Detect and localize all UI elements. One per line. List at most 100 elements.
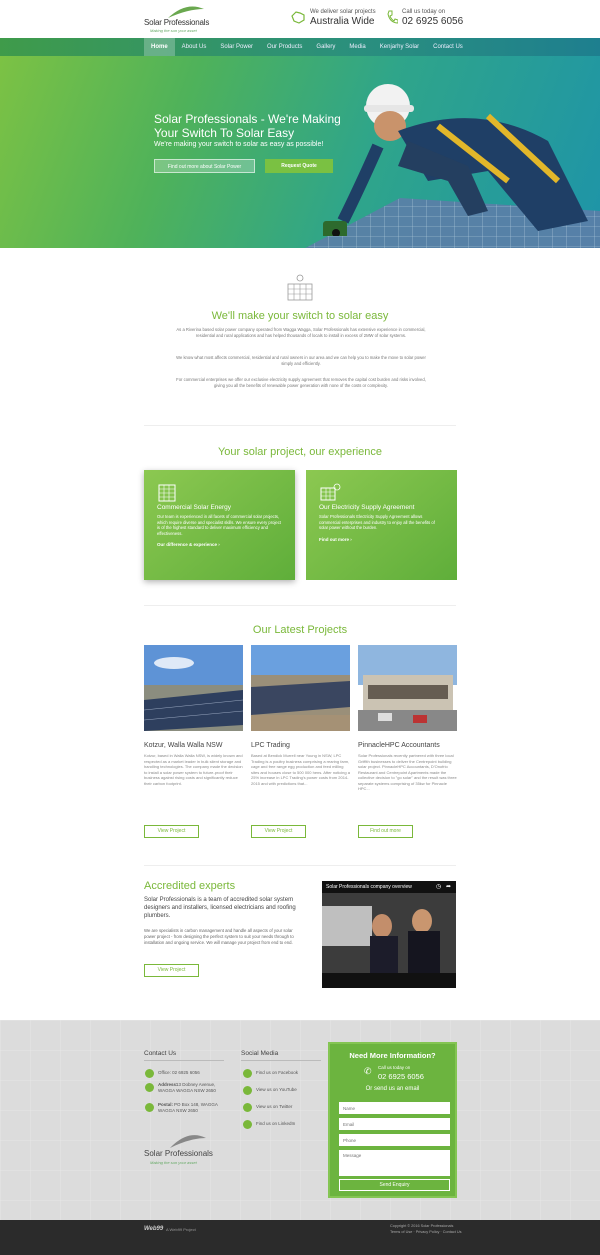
building-icon [158, 484, 176, 502]
name-field[interactable] [339, 1102, 450, 1114]
electricity-agreement-card[interactable]: Our Electricity Supply Agreement Solar P… [306, 470, 457, 580]
nav-item-kenjarhy-solar[interactable]: Kenjarhy Solar [373, 38, 426, 56]
footer-logo[interactable]: Solar Professionals Making the sun your … [144, 1133, 218, 1169]
footer-links[interactable]: Terms of Use · Privacy Policy · Contact … [390, 1230, 462, 1234]
hero-banner: Solar Professionals - We're Making Your … [0, 56, 600, 248]
solar-grid-icon [320, 483, 341, 501]
divider [144, 605, 456, 606]
twitter-icon[interactable] [243, 1103, 252, 1112]
pinnacle-project-image[interactable] [358, 645, 457, 731]
project-card-pinnacle: PinnacleHPC Accountants Solar Profession… [358, 645, 457, 792]
video-title: Solar Professionals company overview [326, 884, 412, 890]
view-project-button[interactable]: View Project [251, 825, 306, 838]
accredited-body: We are specialists in carbon management … [144, 928, 294, 945]
hero-title: Solar Professionals - We're Making Your … [154, 112, 341, 140]
card-text: Solar Professionals Electricity Supply A… [319, 514, 435, 530]
project-text: Based at Bendick Murrell near Young in N… [251, 753, 350, 786]
intro-paragraph-3: For commercial enterprises we offer our … [176, 377, 426, 388]
phone-icon: ✆ [364, 1066, 372, 1076]
video-thumbnail-image [322, 893, 456, 973]
phone-icon [387, 10, 398, 24]
social-title: Social Media [241, 1050, 279, 1057]
request-quote-button[interactable]: Request Quote [265, 159, 333, 173]
find-out-more-button[interactable]: Find out more [358, 825, 413, 838]
nav-item-contact-us[interactable]: Contact Us [426, 38, 470, 56]
mail-icon [145, 1103, 154, 1112]
card-title: Our Electricity Supply Agreement [319, 504, 415, 511]
project-card-lpc: LPC Trading Based at Bendick Murrell nea… [251, 645, 350, 786]
commercial-solar-card[interactable]: Commercial Solar Energy Our team is expe… [144, 470, 295, 580]
phone-icon [145, 1069, 154, 1078]
project-text: Solar Professionals recently partnered w… [358, 753, 457, 791]
logo-leaf-icon [170, 1135, 206, 1148]
card-title: Commercial Solar Energy [157, 504, 232, 511]
project-text: Kotzur, based in Walla Walla NSW, is wid… [144, 753, 243, 786]
project-card-kotzur: Kotzur, Walla Walla NSW Kotzur, based in… [144, 645, 243, 786]
projects-title: Our Latest Projects [252, 624, 348, 636]
social-linkedin-link[interactable]: Find us on LinkedIn [256, 1121, 295, 1127]
nav-item-about-us[interactable]: About Us [175, 38, 214, 56]
card-link[interactable]: Find out more › [319, 537, 444, 542]
bottom-bar: Web99 A Web99 Project Copyright © 2016 S… [0, 1220, 600, 1255]
logo[interactable]: Solar Professionals Making the sun your … [144, 5, 214, 35]
copyright: Copyright © 2016 Solar Professionals [390, 1224, 454, 1228]
share-icon[interactable]: ➦ [446, 883, 451, 890]
accredited-lead: Solar Professionals is a team of accredi… [144, 897, 296, 919]
nav-item-home[interactable]: Home [144, 38, 175, 56]
video-player[interactable]: Solar Professionals company overview ◷ ➦ [322, 881, 456, 988]
message-field[interactable] [339, 1150, 450, 1176]
email-field[interactable] [339, 1118, 450, 1130]
nav-item-solar-power[interactable]: Solar Power [213, 38, 260, 56]
installer-worker-image [323, 84, 588, 236]
experience-title: Your solar project, our experience [217, 446, 383, 458]
card-link[interactable]: Our difference & experience › [157, 542, 282, 547]
find-out-solar-button[interactable]: Find out more about Solar Power [154, 159, 255, 173]
nav-item-our-products[interactable]: Our Products [260, 38, 309, 56]
footer [0, 1020, 600, 1220]
divider [144, 865, 456, 866]
solar-panel-icon [287, 274, 313, 301]
enquiry-form: Need More Information? ✆ Call us today o… [328, 1042, 457, 1198]
card-text: Our team is experienced in all facets of… [157, 514, 281, 536]
facebook-icon[interactable] [243, 1069, 252, 1078]
accredited-title: Accredited experts [144, 880, 236, 892]
hero-subtitle: We're making your switch to solar as eas… [154, 141, 324, 148]
divider [144, 1060, 224, 1061]
contact-title: Contact Us [144, 1050, 177, 1057]
form-phone[interactable]: 02 6925 6056 [378, 1072, 424, 1081]
social-youtube-link[interactable]: View us on YouTube [256, 1087, 297, 1093]
phone-field[interactable] [339, 1134, 450, 1146]
social-twitter-link[interactable]: View us on Twitter [256, 1104, 292, 1110]
project-title: Kotzur, Walla Walla NSW [144, 742, 223, 749]
project-title: PinnacleHPC Accountants [358, 742, 440, 749]
social-facebook-link[interactable]: Find us on Facebook [256, 1070, 298, 1076]
australia-map-icon [291, 11, 305, 24]
clock-icon[interactable]: ◷ [436, 883, 441, 890]
web99-logo[interactable]: Web99 [144, 1226, 163, 1232]
divider [144, 425, 456, 426]
project-title: LPC Trading [251, 742, 290, 749]
intro-title: We'll make your switch to solar easy [211, 310, 389, 322]
site-header: Solar Professionals Making the sun your … [0, 0, 600, 38]
accredited-view-project-button[interactable]: View Project [144, 964, 199, 977]
nav-item-media[interactable]: Media [342, 38, 372, 56]
postal-address: PO Box 148, WAGGA WAGGA NSW 2650 [158, 1102, 218, 1113]
logo-leaf-icon [168, 6, 204, 18]
office-phone[interactable]: Office: 02 6925 6056 [158, 1070, 200, 1076]
address: 13 Dobney Avenue, WAGGA WAGGA NSW 2650 [158, 1082, 216, 1093]
intro-paragraph-2: We know what most affects commercial, re… [176, 355, 426, 366]
lpc-project-image[interactable] [251, 645, 350, 731]
divider [241, 1060, 321, 1061]
send-enquiry-button[interactable]: Send Enquiry [339, 1179, 450, 1191]
header-phone[interactable]: 02 6925 6056 [402, 16, 463, 27]
nav-item-gallery[interactable]: Gallery [309, 38, 342, 56]
footer-background-pattern [0, 1020, 600, 1220]
linkedin-icon[interactable] [243, 1120, 252, 1129]
kotzur-project-image[interactable] [144, 645, 243, 731]
form-title: Need More Information? [349, 1051, 436, 1060]
main-nav: Home About Us Solar Power Our Products Galle… [0, 38, 600, 56]
location-icon [145, 1083, 154, 1092]
view-project-button[interactable]: View Project [144, 825, 199, 838]
youtube-icon[interactable] [243, 1086, 252, 1095]
intro-paragraph-1: As a Riverina based solar power company … [176, 327, 426, 338]
